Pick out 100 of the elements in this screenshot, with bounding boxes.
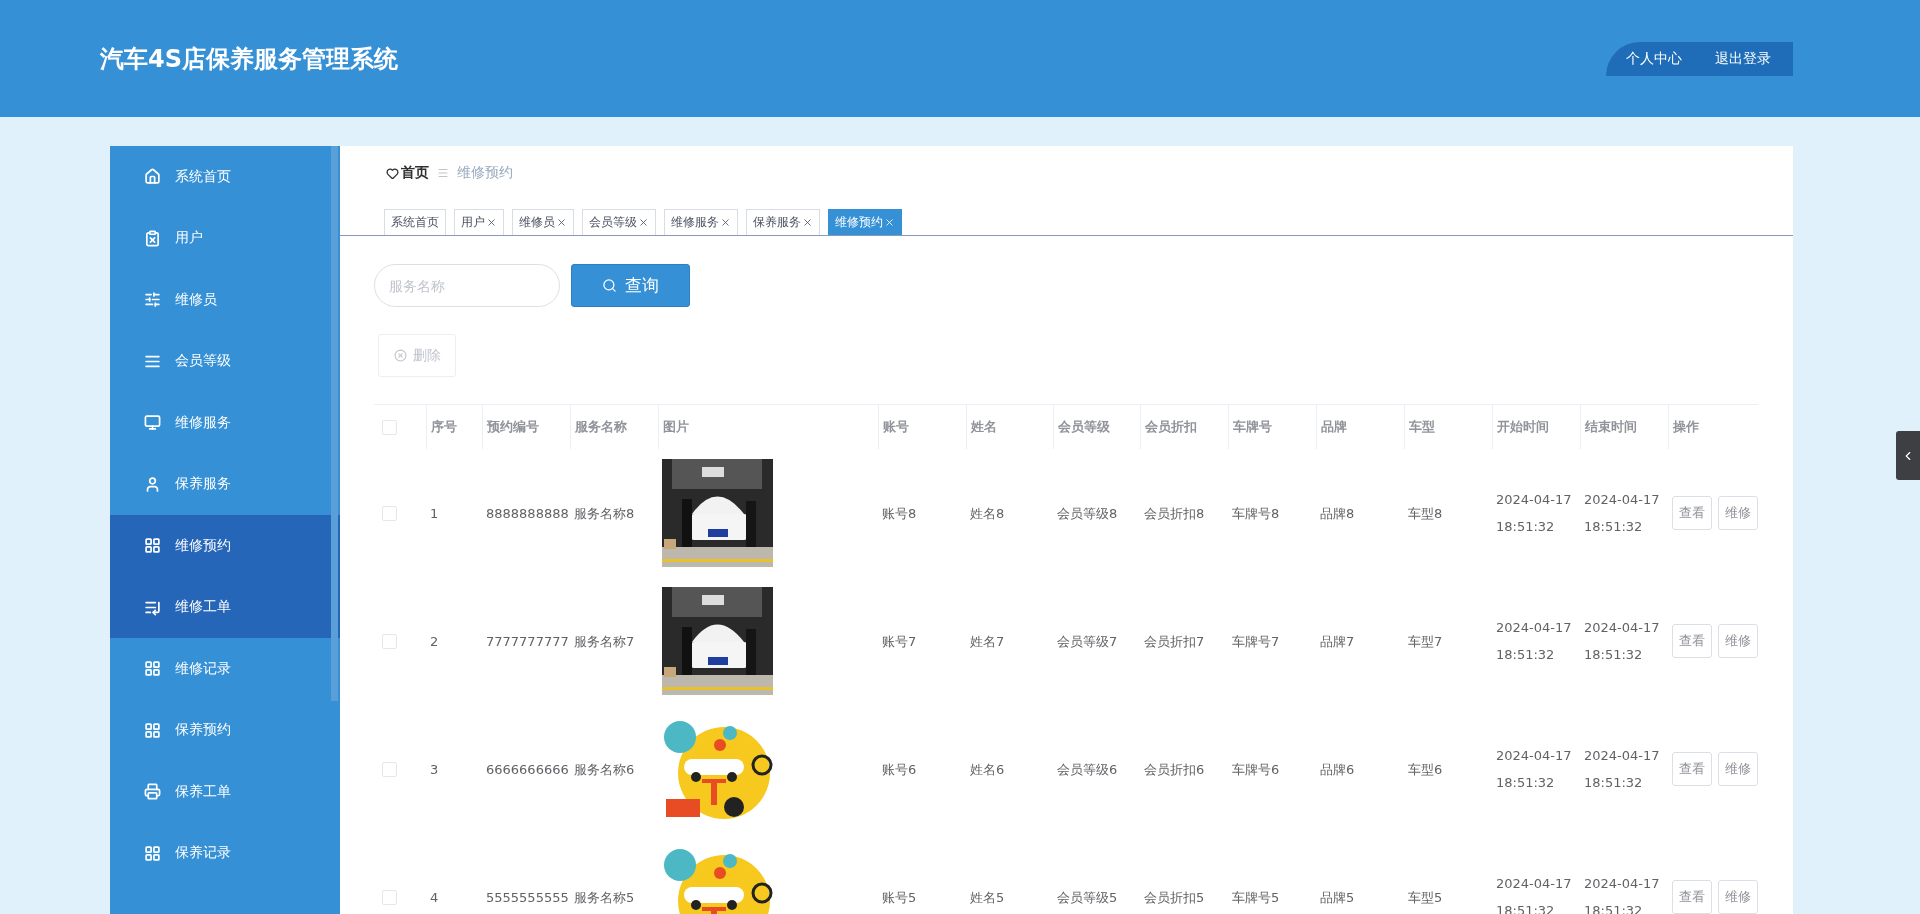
table-cell-text: 车型6 [1408,760,1444,779]
sidebar-scrollbar[interactable] [331,146,338,701]
sidebar-item[interactable]: 保养记录 [110,822,340,884]
search-icon [602,278,617,293]
grid-icon [144,660,161,678]
close-circle-icon [393,349,407,362]
view-button[interactable]: 查看 [1672,880,1712,914]
sidebar-item[interactable]: 用户 [110,207,340,269]
repair-button[interactable]: 维修 [1718,624,1758,658]
table-cell-text: 2024-04-17 [1496,619,1573,637]
grid-icon [144,844,161,862]
table-cell-text: 7777777777 [486,632,570,651]
tab[interactable]: 用户 [454,209,504,235]
table-cell-text: 2024-04-17 [1496,875,1573,893]
column-header: 会员等级 [1058,418,1110,436]
user-icon [144,475,161,493]
table-cell-text: 会员等级8 [1057,504,1119,523]
sidebar-label: 会员等级 [175,352,231,371]
table-cell-text: 服务名称5 [574,888,636,907]
header-link[interactable]: 个人中心 [1626,49,1682,68]
table-cell-text: 8888888888 [486,504,570,523]
sidebar-label: 用户 [175,229,203,248]
repair-button[interactable]: 维修 [1718,496,1758,530]
tab[interactable]: 系统首页 [384,209,446,235]
table-cell-text: 18:51:32 [1496,646,1556,664]
repair-button[interactable]: 维修 [1718,880,1758,914]
view-button[interactable]: 查看 [1672,496,1712,530]
close-icon[interactable] [638,217,649,228]
collapse-handle[interactable] [1896,431,1920,480]
table-cell-text: 姓名8 [970,504,1006,523]
table-cell-text: 2024-04-17 [1584,875,1661,893]
sidebar-item[interactable]: 保养工单 [110,761,340,823]
table-cell-text: 账号8 [882,504,918,523]
column-header: 账号 [883,418,909,436]
sidebar-item[interactable]: 系统首页 [110,146,340,208]
table-cell-text: 18:51:32 [1584,518,1644,536]
search-button[interactable]: 查询 [571,264,690,307]
checkbox[interactable] [382,761,397,777]
checkbox[interactable] [382,633,397,649]
view-button[interactable]: 查看 [1672,752,1712,786]
sidebar-item[interactable]: 维修员 [110,269,340,331]
table-cell-text: 品牌6 [1320,760,1356,779]
sidebar-label: 保养服务 [175,475,231,494]
table-cell-text: 服务名称6 [574,760,636,779]
table-cell-text: 账号5 [882,888,918,907]
sidebar-item[interactable]: 保养预约 [110,699,340,761]
sidebar-item[interactable]: 维修记录 [110,638,340,700]
table-cell-text: 会员折扣5 [1144,888,1206,907]
checkbox[interactable] [382,419,397,435]
close-icon[interactable] [486,217,497,228]
table-cell-text: 2024-04-17 [1584,619,1661,637]
heart-icon [386,166,399,180]
table-cell-text: 2 [430,632,440,651]
tab[interactable]: 会员等级 [582,209,656,235]
header-link[interactable]: 退出登录 [1715,49,1771,68]
table-cell-text: 2024-04-17 [1584,747,1661,765]
tab[interactable]: 维修预约 [828,209,902,235]
repair-button[interactable]: 维修 [1718,752,1758,786]
checkbox[interactable] [382,889,397,905]
table-cell-text: 账号6 [882,760,918,779]
sidebar-label: 保养预约 [175,721,231,740]
tab[interactable]: 维修服务 [664,209,738,235]
table-cell-text: 5555555555 [486,888,570,907]
column-header: 服务名称 [575,418,627,436]
table-cell-text: 会员等级5 [1057,888,1119,907]
sidebar-item[interactable]: 维修工单 [110,576,340,638]
close-icon[interactable] [556,217,567,228]
table-cell-text: 会员等级6 [1057,760,1119,779]
table-cell-text: 2024-04-17 [1584,491,1661,509]
delete-button[interactable]: 删除 [378,334,456,377]
sidebar-label: 系统首页 [175,167,231,186]
table-cell-text: 18:51:32 [1584,774,1644,792]
breadcrumb-current: 维修预约 [457,164,513,182]
sidebar-item[interactable]: 保养服务 [110,453,340,515]
monitor-icon [144,414,161,432]
table-cell-text: 车牌号7 [1232,632,1281,651]
table-cell-text: 服务名称8 [574,504,636,523]
tab[interactable]: 保养服务 [746,209,820,235]
table-cell-text: 4 [430,888,440,907]
view-button[interactable]: 查看 [1672,624,1712,658]
close-icon[interactable] [884,217,895,228]
table-cell-text: 品牌7 [1320,632,1356,651]
search-field[interactable]: 服务名称 [374,264,560,307]
close-icon[interactable] [802,217,813,228]
table-cell-text: 3 [430,760,440,779]
table-cell-text: 车牌号6 [1232,760,1281,779]
home-icon [144,168,161,186]
table-cell-text: 姓名5 [970,888,1006,907]
table-cell-text: 会员折扣7 [1144,632,1206,651]
close-icon[interactable] [720,217,731,228]
tab[interactable]: 维修员 [512,209,574,235]
checkbox[interactable] [382,505,397,521]
separator-icon [437,167,449,179]
sidebar-item[interactable]: 维修服务 [110,392,340,454]
table-cell-text: 车型8 [1408,504,1444,523]
printer-icon [144,783,161,801]
breadcrumb-link[interactable]: 首页 [401,164,429,182]
sidebar-item[interactable]: 会员等级 [110,330,340,392]
table-cell-text: 服务名称7 [574,632,636,651]
sidebar-item[interactable]: 维修预约 [110,515,340,577]
